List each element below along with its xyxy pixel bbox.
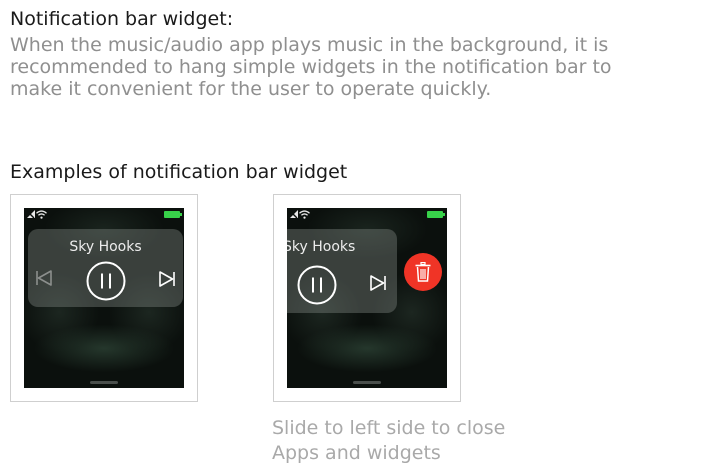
caption-line-1: Slide to left side to close xyxy=(272,417,506,439)
watch-screen-1: Sky Hooks xyxy=(24,208,184,388)
status-bar xyxy=(24,208,184,222)
song-title: Sky Hooks xyxy=(287,239,356,255)
description-line-3: make it convenient for the user to opera… xyxy=(10,78,492,100)
section-description: When the music/audio app plays music in … xyxy=(10,34,700,100)
wifi-icon xyxy=(299,210,310,219)
home-indicator xyxy=(353,381,381,384)
example-frame-1: Sky Hooks xyxy=(10,194,198,402)
home-indicator xyxy=(90,381,118,384)
status-bar xyxy=(287,208,447,222)
delete-button[interactable] xyxy=(404,253,442,291)
previous-track-icon[interactable] xyxy=(35,270,53,286)
battery-icon xyxy=(427,211,445,218)
song-title: Sky Hooks xyxy=(69,239,142,255)
trash-icon xyxy=(415,262,431,282)
description-line-2: recommended to hang simple widgets in th… xyxy=(10,56,612,78)
caption-line-2: Apps and widgets xyxy=(272,442,441,464)
wifi-icon xyxy=(36,210,47,219)
example-frame-2: Sky Hooks xyxy=(273,194,461,402)
examples-title: Examples of notification bar widget xyxy=(10,161,348,183)
no-signal-icon xyxy=(290,210,298,218)
music-widget-sliding[interactable]: Sky Hooks xyxy=(287,229,397,313)
music-widget[interactable]: Sky Hooks xyxy=(28,229,183,307)
battery-icon xyxy=(164,211,182,218)
section-title: Notification bar widget: xyxy=(10,8,234,30)
description-line-1: When the music/audio app plays music in … xyxy=(10,34,609,56)
pause-button[interactable] xyxy=(297,265,337,305)
slide-caption: Slide to left side to close Apps and wid… xyxy=(272,416,505,466)
no-signal-icon xyxy=(27,210,35,218)
pause-button[interactable] xyxy=(86,261,126,301)
next-track-icon[interactable] xyxy=(158,271,176,287)
next-track-icon[interactable] xyxy=(369,275,387,291)
watch-screen-2: Sky Hooks xyxy=(287,208,447,388)
